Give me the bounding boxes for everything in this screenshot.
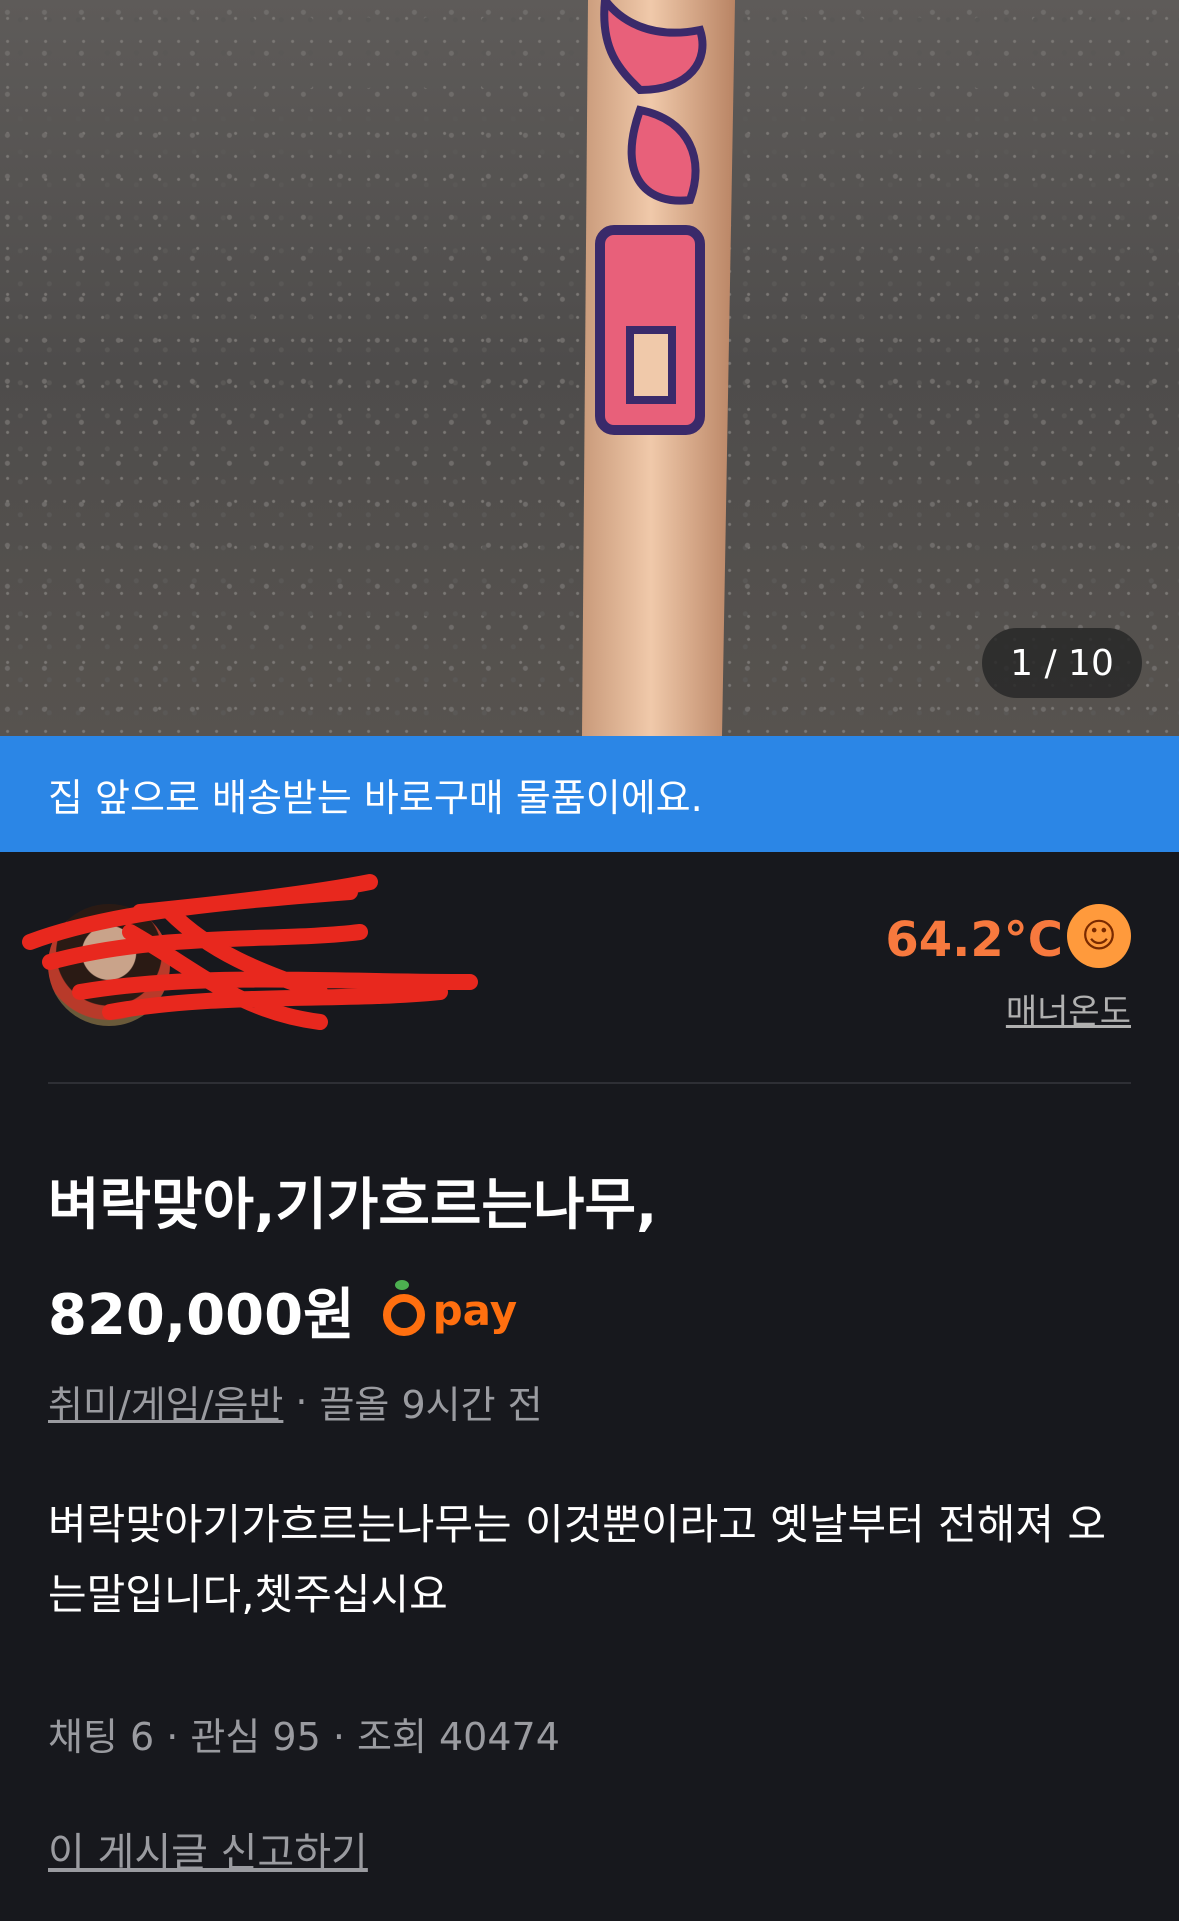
banner-text: 집 앞으로 배송받는 바로구매 물품이에요. [48, 775, 703, 820]
manner-temperature: 64.2°C [885, 912, 1063, 968]
product-photo[interactable]: 1 / 10 [0, 0, 1179, 736]
posted-time: 끌올 9시간 전 [319, 1383, 543, 1427]
pay-label: pay [432, 1286, 518, 1335]
product-title: 벼락맞아,기가흐르는나무, [48, 1173, 658, 1238]
product-description: 벼락맞아기가흐르는나무는 이것뿐이라고 옛날부터 전해져 오는말입니다,쳇주십시… [48, 1500, 1107, 1619]
product-price: 820,000원 [48, 1283, 355, 1348]
category-link[interactable]: 취미/게임/음반 [48, 1374, 283, 1429]
price-row: 820,000원 pay [48, 1270, 517, 1351]
smiling-face-icon: ☺ [1067, 904, 1131, 968]
carrot-icon [382, 1279, 425, 1336]
image-pager: 1 / 10 [982, 628, 1142, 698]
carrot-pay-badge: pay [382, 1279, 518, 1336]
report-post-link[interactable]: 이 게시글 신고하기 [48, 1820, 368, 1878]
redaction-scribble [22, 874, 478, 1030]
manner-temperature-link[interactable]: 매너온도 [1006, 984, 1131, 1033]
direct-purchase-banner[interactable]: 집 앞으로 배송받는 바로구매 물품이에요. [0, 736, 1179, 852]
divider [48, 1082, 1131, 1084]
separator: · [295, 1379, 308, 1424]
product-meta: 취미/게임/음반 · 끌올 9시간 전 [48, 1374, 543, 1429]
product-stats: 채팅 6 · 관심 95 · 조회 40474 [48, 1715, 560, 1759]
seller-profile[interactable]: ​ ​ 64.2°C ☺ 매너온도 [22, 852, 1131, 1082]
wooden-stick-image [582, 0, 735, 736]
